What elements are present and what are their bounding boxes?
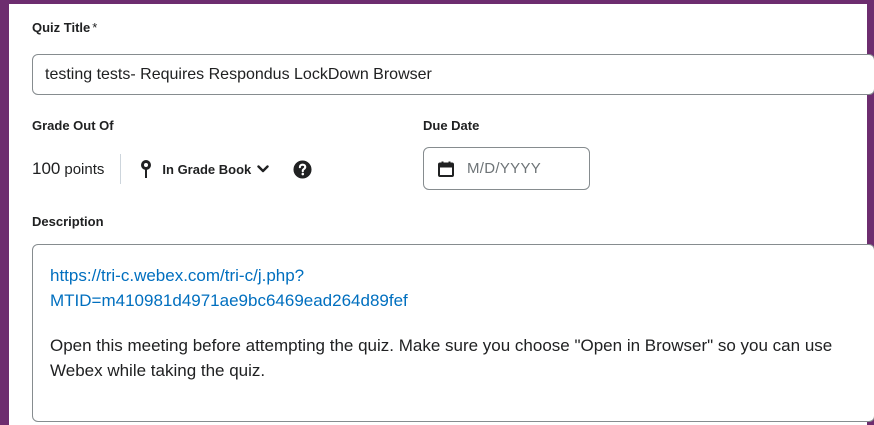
quiz-title-value: testing tests- Requires Respondus LockDo… bbox=[45, 66, 432, 83]
help-icon[interactable] bbox=[293, 159, 312, 179]
description-text: Open this meeting before attempting the … bbox=[50, 336, 833, 380]
webex-link[interactable]: https://tri-c.webex.com/tri-c/j.php? MTI… bbox=[50, 263, 857, 313]
points-value[interactable]: 100 bbox=[32, 159, 60, 179]
description-label: Description bbox=[32, 214, 104, 229]
due-date-label: Due Date bbox=[423, 118, 480, 133]
quiz-title-label-text: Quiz Title bbox=[32, 20, 91, 35]
grade-row: 100 points In Grade Book bbox=[32, 152, 312, 186]
in-grade-book-dropdown[interactable]: In Grade Book bbox=[139, 159, 269, 179]
calendar-icon bbox=[438, 161, 454, 177]
pin-icon bbox=[141, 160, 152, 178]
due-date-input[interactable]: M/D/YYYY bbox=[423, 147, 590, 190]
required-marker: * bbox=[92, 20, 98, 35]
grade-divider bbox=[120, 154, 122, 184]
in-grade-book-label: In Grade Book bbox=[162, 161, 252, 177]
due-date-placeholder: M/D/YYYY bbox=[467, 160, 542, 177]
points-unit: points bbox=[64, 160, 105, 178]
chevron-down-icon bbox=[257, 165, 269, 173]
quiz-title-input[interactable]: testing tests- Requires Respondus LockDo… bbox=[32, 54, 874, 95]
quiz-title-label: Quiz Title * bbox=[32, 20, 97, 35]
quiz-edit-panel: Quiz Title * testing tests- Requires Resp… bbox=[0, 0, 874, 425]
webex-link-line1: https://tri-c.webex.com/tri-c/j.php? bbox=[50, 266, 305, 285]
webex-link-line2: MTID=m410981d4971ae9bc6469ead264d89fef bbox=[50, 291, 408, 310]
description-editor[interactable]: https://tri-c.webex.com/tri-c/j.php? MTI… bbox=[32, 244, 874, 422]
grade-out-of-label: Grade Out Of bbox=[32, 118, 114, 133]
